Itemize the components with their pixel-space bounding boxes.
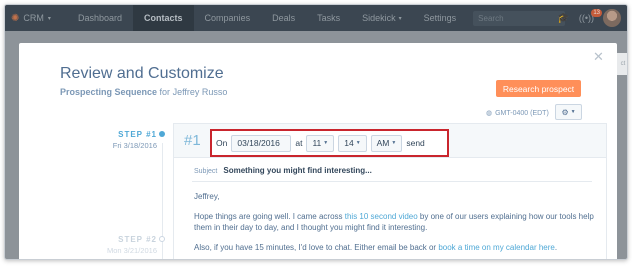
research-prospect-button[interactable]: Research prospect	[496, 80, 581, 97]
send-schedule: On 03/18/2016 at 11 ▼ 14 ▼ AM ▼ send	[210, 129, 449, 157]
nav-item-tasks[interactable]: Tasks	[306, 5, 351, 31]
nav-item-dashboard[interactable]: Dashboard	[67, 5, 133, 31]
hubspot-sprocket-icon: ✺	[11, 12, 20, 24]
top-nav: ✺ CRM ▾ Dashboard Contacts Companies Dea…	[5, 5, 627, 31]
at-label: at	[295, 138, 303, 148]
sequence-name: Prospecting Sequence	[60, 87, 158, 97]
step-2-date: Mon 3/21/2016	[106, 246, 157, 255]
minute-select[interactable]: 14 ▼	[338, 134, 367, 152]
search-input[interactable]: Search	[473, 10, 566, 26]
chevron-down-icon: ▼	[391, 140, 397, 146]
email-body[interactable]: Jeffrey, Hope things are going well. I c…	[194, 191, 602, 259]
modal-title: Review and Customize	[60, 65, 224, 82]
app-window: ✺ CRM ▾ Dashboard Contacts Companies Dea…	[4, 4, 628, 260]
step-1-card: #1 On 03/18/2016 at 11 ▼ 14 ▼ AM ▼ send …	[173, 123, 607, 259]
brand-label: CRM	[23, 13, 44, 23]
chevron-down-icon: ▾	[47, 15, 51, 22]
subject-label: Subject	[194, 168, 218, 175]
step-2-marker	[159, 236, 165, 242]
ampm-select[interactable]: AM ▼	[370, 134, 403, 152]
divider	[192, 181, 592, 182]
calendar-link[interactable]: book a time on my calendar here	[438, 243, 555, 252]
subject-row: Subject Something you might find interes…	[194, 166, 372, 175]
paragraph-2-text-end: .	[554, 243, 558, 252]
notification-badge: 13	[591, 9, 602, 17]
nav-item-companies[interactable]: Companies	[194, 5, 262, 31]
step-1-date: Fri 3/18/2016	[112, 141, 157, 150]
email-paragraph-1: Hope things are going well. I came acros…	[194, 211, 602, 233]
review-modal: ✕ Review and Customize Prospecting Seque…	[19, 43, 617, 259]
subtitle-for: for	[159, 87, 171, 97]
chevron-down-icon: ▼	[355, 140, 361, 146]
ampm-value: AM	[376, 138, 390, 148]
step-1-label[interactable]: STEP #1	[118, 130, 157, 139]
video-link[interactable]: this 10 second video	[345, 212, 418, 221]
nav-item-settings[interactable]: Settings	[413, 5, 468, 31]
timezone-indicator: ◍ GMT-0400 (EDT)	[486, 109, 549, 118]
minute-value: 14	[344, 138, 354, 148]
chevron-down-icon: ▾	[398, 15, 402, 22]
email-paragraph-2: Also, if you have 15 minutes, I'd love t…	[194, 242, 602, 253]
nav-right: 🎓 ((•))	[557, 5, 621, 31]
step-1-marker	[159, 131, 165, 137]
chevron-down-icon: ▼	[570, 109, 576, 115]
avatar[interactable]	[603, 9, 621, 27]
paragraph-2-text: Also, if you have 15 minutes, I'd love t…	[194, 243, 439, 252]
hour-value: 11	[312, 138, 322, 148]
chevron-down-icon: ▼	[323, 140, 329, 146]
timeline-line	[162, 143, 163, 259]
paragraph-1-text: Hope things are going well. I came acros…	[194, 212, 345, 221]
step-2-label[interactable]: STEP #2	[118, 235, 157, 244]
brand[interactable]: ✺ CRM ▾	[11, 13, 67, 24]
nav-item-contacts[interactable]: Contacts	[133, 5, 194, 31]
email-greeting: Jeffrey,	[194, 192, 220, 201]
nav-item-sidekick[interactable]: Sidekick ▾	[351, 5, 413, 31]
gear-icon: ⚙	[561, 107, 569, 117]
date-input[interactable]: 03/18/2016	[231, 134, 292, 152]
subject-input[interactable]: Something you might find interesting...	[223, 166, 371, 175]
hour-select[interactable]: 11 ▼	[306, 134, 335, 152]
nav-item-deals[interactable]: Deals	[261, 5, 306, 31]
step-number: #1	[184, 132, 201, 149]
settings-dropdown-button[interactable]: ⚙ ▼	[555, 104, 582, 120]
graduation-cap-icon[interactable]: 🎓	[557, 13, 569, 24]
prospect-name: Jeffrey Russo	[172, 87, 228, 97]
nav-item-sidekick-label: Sidekick	[362, 13, 396, 23]
send-label: send	[406, 138, 425, 148]
side-tab[interactable]: ct	[617, 53, 627, 75]
close-icon[interactable]: ✕	[593, 49, 604, 65]
globe-icon: ◍	[486, 110, 493, 117]
on-label: On	[216, 138, 228, 148]
modal-subtitle: Prospecting Sequence for Jeffrey Russo	[60, 87, 227, 97]
timezone-label: GMT-0400 (EDT)	[495, 109, 549, 117]
step-card-header: #1 On 03/18/2016 at 11 ▼ 14 ▼ AM ▼ send	[174, 124, 606, 158]
